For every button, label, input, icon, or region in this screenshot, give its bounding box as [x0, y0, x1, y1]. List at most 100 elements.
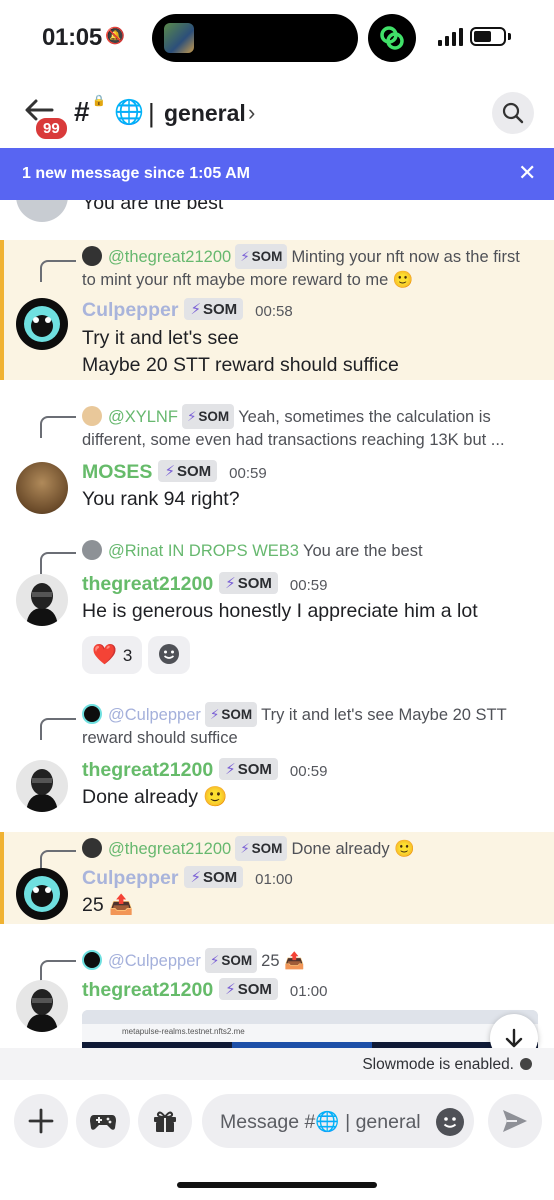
- link-activity-icon[interactable]: [368, 14, 416, 62]
- reply-preview[interactable]: @Culpepper ⚡ SOM 25 📤: [82, 948, 536, 973]
- globe-icon: 🌐: [114, 99, 144, 126]
- timestamp: 00:58: [255, 303, 293, 320]
- author-name[interactable]: Culpepper: [82, 299, 178, 321]
- message-item[interactable]: @Rinat IN DROPS WEB3 You are the best the…: [0, 536, 554, 686]
- timestamp: 00:59: [289, 577, 328, 594]
- gift-button[interactable]: [138, 1094, 192, 1148]
- role-tag: ⚡ SOM: [219, 572, 278, 594]
- author-name[interactable]: thegreat21200: [82, 979, 213, 1001]
- title-separator: |: [148, 98, 155, 128]
- role-tag: ⚡ SOM: [235, 244, 288, 269]
- close-icon[interactable]: ✕: [518, 160, 536, 186]
- send-button[interactable]: [488, 1094, 542, 1148]
- search-button[interactable]: [492, 92, 534, 134]
- message-item[interactable]: @XYLNF ⚡ SOM Yeah, sometimes the calculatio…: [0, 400, 554, 520]
- attach-button[interactable]: [14, 1094, 68, 1148]
- message-partial: You are the best: [0, 200, 554, 230]
- reply-preview[interactable]: @XYLNF ⚡ SOM Yeah, sometimes the calculatio…: [82, 404, 536, 452]
- message-text: 25 📤: [82, 892, 538, 919]
- reply-connector: [40, 718, 76, 740]
- message-header: Culpepper ⚡ SOM 00:58: [82, 298, 293, 322]
- timestamp: 00:59: [289, 763, 328, 780]
- reply-username: @Culpepper: [108, 952, 201, 970]
- role-tag-label: SOM: [221, 953, 253, 968]
- avatar[interactable]: [16, 574, 68, 626]
- role-tag-label: SOM: [237, 761, 272, 778]
- message-text: Done already 🙂: [82, 784, 538, 811]
- heart-icon: ❤️: [92, 644, 117, 666]
- embed-browser-tabs: [82, 1010, 538, 1024]
- message-text: Try it and let's see Maybe 20 STT reward…: [82, 325, 538, 379]
- message-header: thegreat21200 ⚡ SOM 00:59: [82, 758, 327, 782]
- message-header: MOSES ⚡ SOM 00:59: [82, 460, 267, 484]
- channel-header: 99 # 🔒 🌐 | general ›: [0, 80, 554, 146]
- message-item[interactable]: @Culpepper ⚡ SOM 25 📤 thegreat21200 ⚡ SOM 01:0…: [0, 944, 554, 1048]
- now-playing-thumbnail: [164, 23, 194, 53]
- channel-title[interactable]: general: [164, 100, 246, 127]
- avatar[interactable]: [16, 980, 68, 1032]
- bolt-icon: ⚡: [225, 981, 236, 998]
- avatar[interactable]: [16, 760, 68, 812]
- message-line: He is generous honestly I appreciate him…: [82, 600, 478, 622]
- avatar[interactable]: [16, 298, 68, 350]
- reply-preview[interactable]: @thegreat21200 ⚡ SOM Done already 🙂: [82, 836, 536, 861]
- author-name[interactable]: thegreat21200: [82, 759, 213, 781]
- role-tag-label: SOM: [202, 301, 238, 318]
- image-attachment[interactable]: metapulse-realms.testnet.nfts2.me: [82, 1010, 538, 1048]
- bolt-icon: ⚡: [225, 575, 236, 592]
- reply-connector: [40, 960, 76, 982]
- new-messages-banner[interactable]: 1 new message since 1:05 AM ✕: [0, 148, 554, 200]
- role-tag-label: SOM: [251, 249, 283, 264]
- timer-icon: [520, 1058, 532, 1070]
- reaction-heart[interactable]: ❤️ 3: [82, 636, 143, 674]
- avatar[interactable]: [16, 868, 68, 920]
- timestamp: 01:00: [255, 871, 293, 888]
- reply-preview[interactable]: @Rinat IN DROPS WEB3 You are the best: [82, 540, 536, 563]
- avatar[interactable]: [16, 462, 68, 514]
- avatar[interactable]: [16, 200, 68, 222]
- role-tag: ⚡ SOM: [235, 836, 288, 861]
- bolt-icon: ⚡: [186, 409, 197, 424]
- message-header: thegreat21200 ⚡ SOM 01:00: [82, 978, 327, 1002]
- chevron-right-icon[interactable]: ›: [248, 100, 255, 126]
- author-name[interactable]: Culpepper: [82, 867, 178, 889]
- reply-preview[interactable]: @Culpepper ⚡ SOM Try it and let's see Maybe…: [82, 702, 536, 750]
- message-text: He is generous honestly I appreciate him…: [82, 598, 538, 625]
- role-tag-label: SOM: [176, 463, 212, 480]
- add-reaction-icon: [159, 644, 180, 664]
- dynamic-island[interactable]: [152, 14, 358, 62]
- bolt-icon: ⚡: [190, 869, 201, 886]
- role-tag: ⚡ SOM: [204, 702, 258, 727]
- role-tag: ⚡ SOM: [204, 948, 258, 973]
- message-item[interactable]: @thegreat21200 ⚡ SOM Done already 🙂 Culpepp…: [0, 832, 554, 924]
- reply-connector: [40, 552, 76, 574]
- message-input[interactable]: Message #🌐 | general: [202, 1094, 474, 1148]
- reply-avatar: [82, 838, 102, 858]
- reaction-count: 3: [122, 646, 133, 665]
- message-item[interactable]: @thegreat21200 ⚡ SOM Minting your nft now a…: [0, 240, 554, 380]
- message-header: thegreat21200 ⚡ SOM 00:59: [82, 572, 327, 596]
- message-item[interactable]: @Culpepper ⚡ SOM Try it and let's see Maybe…: [0, 702, 554, 812]
- message-line: You rank 94 right?: [82, 488, 240, 510]
- search-icon: [502, 102, 524, 124]
- author-name[interactable]: MOSES: [82, 461, 152, 483]
- message-line: Done already 🙂: [82, 786, 228, 808]
- bolt-icon: ⚡: [240, 841, 250, 856]
- role-tag: ⚡ SOM: [181, 404, 235, 429]
- clock-time: 01:05: [42, 24, 102, 51]
- unread-badge: 99: [34, 116, 69, 141]
- add-reaction-button[interactable]: [148, 636, 191, 674]
- role-tag-label: SOM: [221, 707, 253, 722]
- embed-address-bar: metapulse-realms.testnet.nfts2.me: [82, 1024, 538, 1042]
- bolt-icon: ⚡: [240, 249, 250, 264]
- reply-preview[interactable]: @thegreat21200 ⚡ SOM Minting your nft now a…: [82, 244, 536, 292]
- message-list[interactable]: You are the best @thegreat21200 ⚡ SOM Minti…: [0, 200, 554, 1048]
- slowmode-text: Slowmode is enabled.: [362, 1056, 514, 1073]
- channel-hash-icon: #: [74, 96, 90, 127]
- message-header: Culpepper ⚡ SOM 01:00: [82, 866, 293, 890]
- author-name[interactable]: thegreat21200: [82, 573, 213, 595]
- activities-button[interactable]: [76, 1094, 130, 1148]
- reply-username: @thegreat21200: [108, 840, 232, 858]
- reply-username: @Rinat IN DROPS WEB3: [108, 542, 299, 560]
- emoji-icon[interactable]: [436, 1108, 464, 1136]
